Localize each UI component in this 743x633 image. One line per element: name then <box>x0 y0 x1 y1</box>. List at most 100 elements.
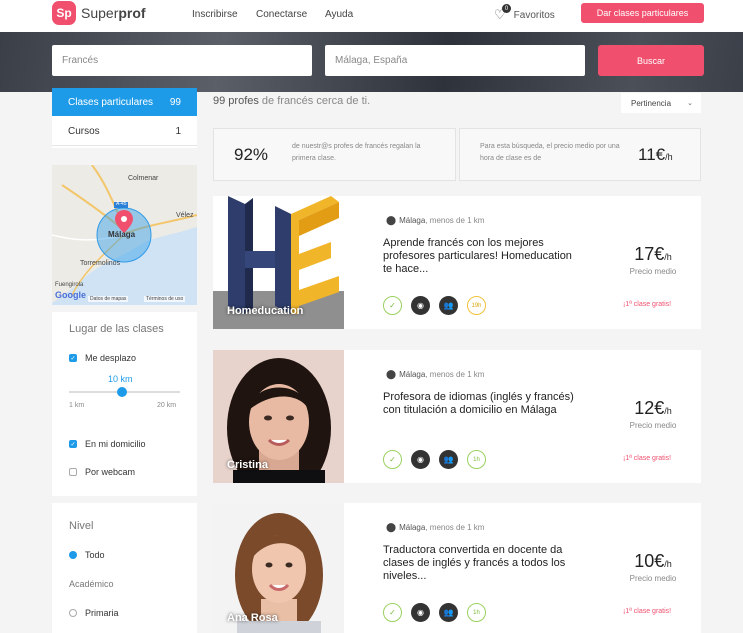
logo[interactable]: Sp Superprof <box>52 1 146 25</box>
filter-label: Por webcam <box>85 467 136 477</box>
location-pin-icon: ⬤ <box>386 522 397 532</box>
webcam-icon: ◉ <box>411 296 430 315</box>
tutor-badges: ✓ ◉ 👥 19h <box>383 296 486 315</box>
response-time-badge: 1h <box>467 450 486 469</box>
filter-travel[interactable]: ✓ Me desplazo <box>69 353 136 363</box>
verified-check-icon: ✓ <box>383 450 402 469</box>
tutor-headline[interactable]: Traductora convertida en docente da clas… <box>383 544 583 583</box>
chevron-down-icon: ⌄ <box>687 100 693 107</box>
verified-check-icon: ✓ <box>383 296 402 315</box>
result-count-text: de francés cerca de ti. <box>258 95 371 107</box>
tutor-price: 12€/h <box>634 398 672 418</box>
logo-text: Superprof <box>81 5 146 21</box>
filter-home[interactable]: ✓ En mi domicilio <box>69 439 146 449</box>
checkbox-checked-icon[interactable]: ✓ <box>69 440 77 448</box>
search-button[interactable]: Buscar <box>598 45 704 76</box>
level-filter-title: Nivel <box>69 520 94 532</box>
map-google-logo: Google <box>55 290 86 300</box>
map[interactable]: Colmenar Vélez Málaga Torremolinos Fueng… <box>52 165 197 305</box>
top-nav: Sp Superprof Inscribirse Conectarse Ayud… <box>0 0 743 32</box>
map-road-label: A-45 <box>116 201 127 207</box>
tutor-price: 17€/h <box>634 244 672 264</box>
response-time-badge: 1h <box>467 603 486 622</box>
tutor-photo[interactable]: Homeducation <box>213 196 344 329</box>
webcam-icon: ◉ <box>411 450 430 469</box>
tab-label: Cursos <box>68 126 100 137</box>
tutor-photo[interactable]: Cristina <box>213 350 344 483</box>
distance-min: 1 km <box>69 402 85 409</box>
checkbox-unchecked-icon[interactable] <box>69 468 77 476</box>
distance-slider-thumb[interactable] <box>117 387 127 397</box>
verified-check-icon: ✓ <box>383 603 402 622</box>
tutor-photo[interactable]: Ana Rosa <box>213 503 344 633</box>
map-label: Vélez <box>176 212 194 219</box>
group-icon: 👥 <box>439 296 458 315</box>
free-class-badge: ¡1ª clase gratis! <box>623 608 672 615</box>
filter-label: En mi domicilio <box>85 439 146 449</box>
tutor-name: Homeducation <box>227 305 304 317</box>
price-label: Precio medio <box>629 421 677 430</box>
favorites-link[interactable]: ♡ 0 Favoritos <box>494 4 555 23</box>
tutor-location: ⬤ Málaga, menos de 1 km <box>386 522 485 532</box>
stat-free-first-class: 92% de nuestr@s profes de francés regala… <box>213 128 456 181</box>
level-primary-option[interactable]: Primaria <box>69 608 119 618</box>
response-time-badge: 19h <box>467 296 486 315</box>
map-label: Málaga <box>108 230 136 239</box>
favorites-label: Favoritos <box>513 9 555 21</box>
free-class-badge: ¡1ª clase gratis! <box>623 301 672 308</box>
level-all-option[interactable]: Todo <box>69 550 105 560</box>
filter-webcam[interactable]: Por webcam <box>69 467 135 477</box>
stat-percent: 92% <box>234 145 269 164</box>
tutor-badges: ✓ ◉ 👥 1h <box>383 450 486 469</box>
subject-input[interactable]: Francés <box>52 45 312 76</box>
checkbox-checked-icon[interactable]: ✓ <box>69 354 77 362</box>
radio-label: Primaria <box>85 608 119 618</box>
tutor-card[interactable]: Cristina ⬤ Málaga, menos de 1 km Profesor… <box>213 350 701 483</box>
map-attribution[interactable]: Datos de mapas <box>88 296 129 302</box>
webcam-icon: ◉ <box>411 603 430 622</box>
tab-count: 1 <box>175 126 181 137</box>
tutor-card[interactable]: Ana Rosa ⬤ Málaga, menos de 1 km Traducto… <box>213 503 701 633</box>
tutor-location: ⬤ Málaga, menos de 1 km <box>386 369 485 379</box>
map-label: Torremolinos <box>80 260 121 267</box>
stat-price-text: Para esta búsqueda, el precio medio por … <box>480 143 620 162</box>
tab-label: Clases particulares <box>68 96 154 108</box>
distance-value: 10 km <box>108 374 133 384</box>
tutor-name: Cristina <box>227 459 268 471</box>
tutor-badges: ✓ ◉ 👥 1h <box>383 603 486 622</box>
tab-courses[interactable]: Cursos 1 <box>52 118 197 146</box>
tutor-headline[interactable]: Aprende francés con los mejores profesor… <box>383 237 583 276</box>
tab-private-classes[interactable]: Clases particulares 99 <box>52 88 197 116</box>
stat-percent-text: de nuestr@s profes de francés regalan la… <box>292 143 421 162</box>
tutor-headline[interactable]: Profesora de idiomas (inglés y francés) … <box>383 391 583 417</box>
radio-selected-icon[interactable] <box>69 551 77 559</box>
stat-price: 11€/h <box>638 145 673 164</box>
sort-label: Pertinencia <box>631 98 672 108</box>
favorites-count: 0 <box>502 4 511 13</box>
nav-link-login[interactable]: Conectarse <box>256 9 307 20</box>
tab-count: 99 <box>169 96 181 108</box>
tutor-card[interactable]: Homeducation ⬤ Málaga, menos de 1 km Apre… <box>213 196 701 329</box>
stat-average-price: Para esta búsqueda, el precio medio por … <box>459 128 701 181</box>
heart-icon: ♡ 0 <box>494 4 511 23</box>
nav-link-signup[interactable]: Inscribirse <box>192 9 238 20</box>
distance-max: 20 km <box>157 402 177 409</box>
sort-select[interactable]: Pertinencia ⌄ <box>621 93 701 113</box>
nav-link-help[interactable]: Ayuda <box>325 9 353 20</box>
free-class-badge: ¡1ª clase gratis! <box>623 455 672 462</box>
price-label: Precio medio <box>629 574 677 583</box>
map-label: Colmenar <box>128 175 159 182</box>
result-count-number: 99 profes <box>213 95 259 107</box>
give-classes-button[interactable]: Dar clases particulares <box>581 3 704 23</box>
radio-unselected-icon[interactable] <box>69 609 77 617</box>
group-icon: 👥 <box>439 450 458 469</box>
filter-label: Me desplazo <box>85 353 137 363</box>
map-terms[interactable]: Términos de uso <box>144 296 186 302</box>
group-icon: 👥 <box>439 603 458 622</box>
tutor-location: ⬤ Málaga, menos de 1 km <box>386 215 485 225</box>
location-input[interactable]: Málaga, España <box>325 45 585 76</box>
location-pin-icon: ⬤ <box>386 369 397 379</box>
academic-title: Académico <box>69 579 114 589</box>
logo-badge: Sp <box>52 1 76 25</box>
tutor-price: 10€/h <box>634 551 672 571</box>
